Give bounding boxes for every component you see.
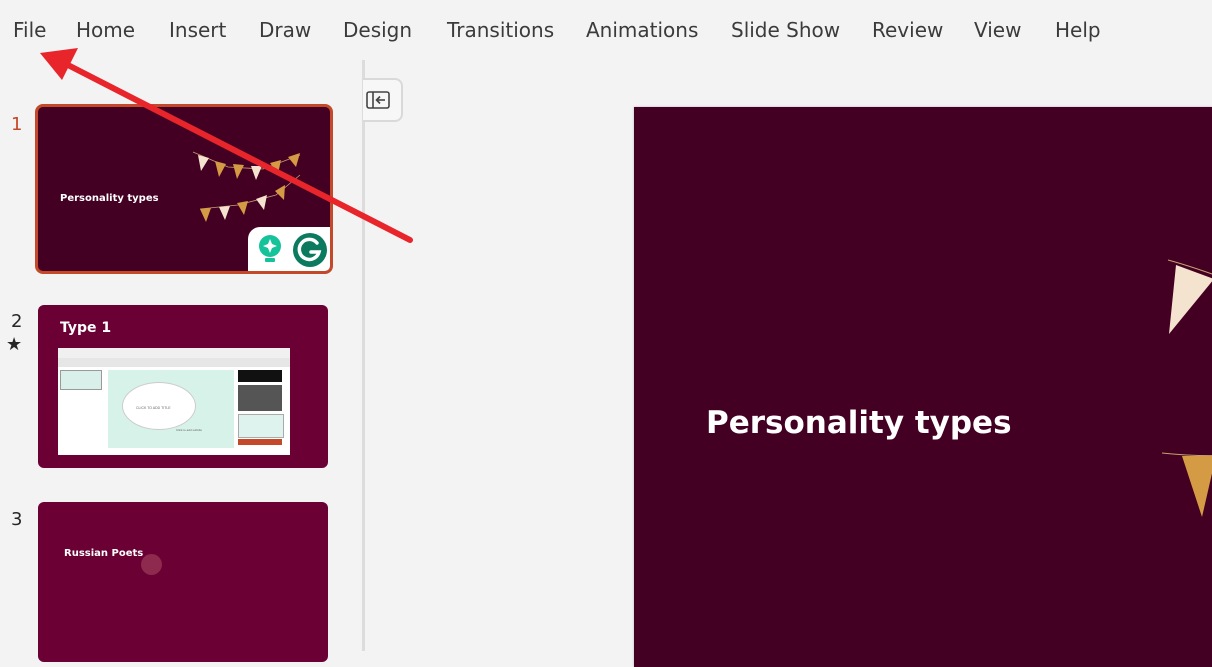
slide-thumbnail-1[interactable]: Personality types (35, 104, 333, 274)
main-slide-canvas[interactable]: Personality types (634, 107, 1212, 667)
slide-number-3: 3 (11, 509, 23, 530)
embedded-screenshot: Click to add subtitle CLICK TO ADD TITLE (58, 348, 290, 455)
star-icon[interactable]: ★ (6, 334, 22, 355)
slide-2-title: Type 1 (60, 320, 112, 336)
slide-number-2: 2 (11, 311, 23, 332)
tab-slide-show[interactable]: Slide Show (731, 18, 840, 42)
tab-draw[interactable]: Draw (259, 18, 311, 42)
tab-review[interactable]: Review (872, 18, 943, 42)
slide-thumbnail-pane: 1 Personality types 2 ★ Type 1 Click to … (0, 60, 362, 662)
grammarly-icon[interactable] (292, 232, 328, 268)
panel-collapse-icon (366, 91, 390, 109)
inner-title-placeholder: Click to add subtitle (176, 428, 203, 432)
tab-help[interactable]: Help (1055, 18, 1101, 42)
grammarly-widget[interactable] (248, 227, 330, 271)
decorative-dot (141, 554, 162, 575)
inner-slide-title: CLICK TO ADD TITLE (136, 406, 171, 410)
collapse-pane-button[interactable] (363, 78, 403, 122)
slide-thumbnail-2[interactable]: Type 1 Click to add subtitle CLICK TO AD… (38, 305, 328, 468)
tab-file[interactable]: File (13, 18, 46, 42)
tab-transitions[interactable]: Transitions (447, 18, 554, 42)
ribbon-tabs: File Home Insert Draw Design Transitions… (0, 0, 1212, 60)
slide-thumbnail-3[interactable]: Russian Poets (38, 502, 328, 662)
tab-animations[interactable]: Animations (586, 18, 698, 42)
slide-3-title: Russian Poets (64, 548, 144, 559)
tab-home[interactable]: Home (76, 18, 135, 42)
tab-design[interactable]: Design (343, 18, 412, 42)
slide-number-1: 1 (11, 114, 23, 135)
bunting-decoration (1161, 259, 1212, 517)
lightbulb-icon[interactable] (255, 233, 285, 267)
pane-divider[interactable] (362, 60, 365, 651)
tab-view[interactable]: View (974, 18, 1021, 42)
tab-insert[interactable]: Insert (169, 18, 226, 42)
